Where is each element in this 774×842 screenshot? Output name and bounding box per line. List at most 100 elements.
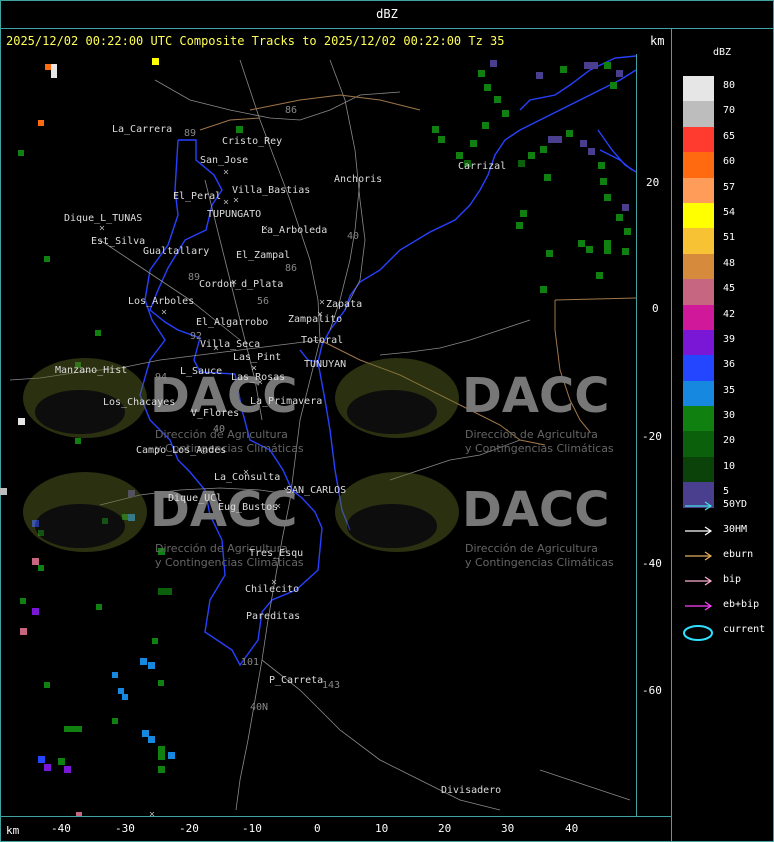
- sun-logo-icon: [23, 472, 147, 552]
- place-label: Zapata: [326, 299, 363, 310]
- place-label: Pareditas: [246, 611, 301, 622]
- legend-level-label: 57: [723, 181, 736, 193]
- legend-level-label: 45: [723, 283, 736, 295]
- legend-level-label: 70: [723, 105, 736, 117]
- legend-swatch: 54: [683, 202, 735, 229]
- place-label: TUPUNGATO: [207, 209, 262, 220]
- place-label: L_Sauce: [180, 366, 223, 377]
- sun-logo-icon: [335, 358, 459, 438]
- x-tick-label: -10: [242, 822, 262, 835]
- legend-swatch: 48: [683, 253, 735, 280]
- road-label: 40: [347, 231, 360, 242]
- track-legend-label: 30HM: [723, 524, 748, 535]
- legend-swatch: 51: [683, 228, 735, 254]
- track-arrow-icon: [685, 601, 713, 611]
- watermark-logo: [20, 466, 150, 560]
- track-arrow-icon: [685, 551, 713, 561]
- road-label: 56: [257, 296, 270, 307]
- place-label: Est_Silva: [91, 236, 146, 247]
- legend-level-label: 65: [723, 130, 736, 142]
- y-tick-label: -20: [642, 430, 662, 443]
- road-label: 89: [184, 128, 197, 139]
- legend-level-label: 5: [723, 486, 730, 498]
- map-right-border: [636, 54, 637, 816]
- legend-swatch: 45: [683, 279, 735, 305]
- track-arrow-icon: [685, 501, 713, 511]
- place-label: Cordon_d_Plata: [199, 279, 284, 290]
- place-label: Las_Rosas: [231, 372, 286, 383]
- watermark-title: DACC: [462, 482, 610, 538]
- road-label: 89: [188, 272, 201, 283]
- y-tick-label: 20: [646, 176, 660, 189]
- x-tick-label: 10: [375, 822, 389, 835]
- legend-level-label: 42: [723, 308, 736, 320]
- road-label: 86: [285, 105, 298, 116]
- place-label: Dique_UCl: [168, 493, 223, 504]
- legend-swatch: 10: [683, 456, 735, 483]
- current-ellipse-icon: [683, 625, 713, 641]
- legend-swatch: 42: [683, 304, 735, 330]
- map-bottom-border: [0, 816, 671, 817]
- place-label: P_Carreta: [269, 675, 324, 686]
- x-tick-label: 30: [501, 822, 515, 835]
- place-label: Villa_Seca: [200, 339, 261, 350]
- legend-swatch: 57: [683, 177, 735, 203]
- road-label: 143: [322, 680, 341, 691]
- place-label: Tres_Esqu: [249, 548, 304, 559]
- panel-separator: [671, 29, 672, 841]
- window-title: dBZ: [376, 7, 398, 21]
- track-legend-label: 50YD: [723, 499, 748, 510]
- legend-swatch: 60: [683, 152, 735, 178]
- place-label: Zampalito: [288, 314, 343, 325]
- place-label: TUNUYAN: [304, 359, 347, 370]
- track-legend-label: eb+bip: [723, 599, 760, 610]
- x-tick-label: 0: [314, 822, 321, 835]
- watermark-line1: Dirección de Agricultura: [465, 542, 598, 555]
- legend-swatch: 70: [683, 101, 735, 127]
- legend-level-label: 30: [723, 410, 736, 422]
- legend-swatch: 80: [683, 76, 735, 102]
- legend-swatch: 36: [683, 355, 735, 381]
- place-label: El_Peral: [173, 191, 222, 202]
- legend-level-label: 10: [723, 460, 736, 472]
- x-tick-label: -40: [51, 822, 71, 835]
- sun-logo-icon: [335, 472, 459, 552]
- place-label: Carrizal: [458, 161, 507, 172]
- legend-level-label: 54: [723, 206, 736, 218]
- x-tick-label: 40: [565, 822, 579, 835]
- place-label: Cristo_Rey: [222, 136, 283, 147]
- place-label: Totoral: [301, 335, 344, 346]
- place-label: El_Zampal: [236, 250, 291, 261]
- place-label: Campo_Los_Andes: [136, 445, 227, 456]
- legend-level-label: 20: [723, 435, 736, 447]
- unit-label-bottom: km: [6, 824, 20, 837]
- watermark-logo: [332, 352, 462, 446]
- road-label: 40: [213, 424, 226, 435]
- legend-level-label: 39: [723, 333, 736, 345]
- y-tick-label: 0: [652, 302, 659, 315]
- place-label: Los_Chacayes: [103, 397, 176, 408]
- legend-level-label: 80: [723, 80, 736, 91]
- y-tick-label: -60: [642, 684, 662, 697]
- place-label: Dique_L_TUNAS: [64, 213, 143, 224]
- watermark-line2: y Contingencias Climáticas: [465, 442, 614, 455]
- watermark-line2: y Contingencias Climáticas: [465, 556, 614, 569]
- road-label: 94: [155, 372, 168, 383]
- watermark-title: DACC: [462, 368, 610, 424]
- legend-level-label: 36: [723, 359, 736, 371]
- dbz-legend: 80 70 65 60 57 54 51 48 45 42 39 36 35 30 20 10 5: [683, 76, 735, 508]
- legend-swatch: 39: [683, 329, 735, 356]
- place-label: Anchoris: [334, 174, 383, 185]
- place-label: V_Flores: [191, 408, 240, 419]
- legend-level-label: 35: [723, 384, 736, 396]
- x-tick-label: -30: [115, 822, 135, 835]
- place-label: Divisadero: [441, 785, 502, 796]
- place-label: Chilecito: [245, 584, 300, 595]
- place-label: Las_Pint: [233, 352, 282, 363]
- legend-level-label: 51: [723, 232, 736, 244]
- place-label: El_Algarrobo: [196, 317, 269, 328]
- road-label: 86: [285, 263, 298, 274]
- place-label: San_Jose: [200, 155, 249, 166]
- x-tick-label: 20: [438, 822, 452, 835]
- legend-level-label: 60: [723, 156, 736, 168]
